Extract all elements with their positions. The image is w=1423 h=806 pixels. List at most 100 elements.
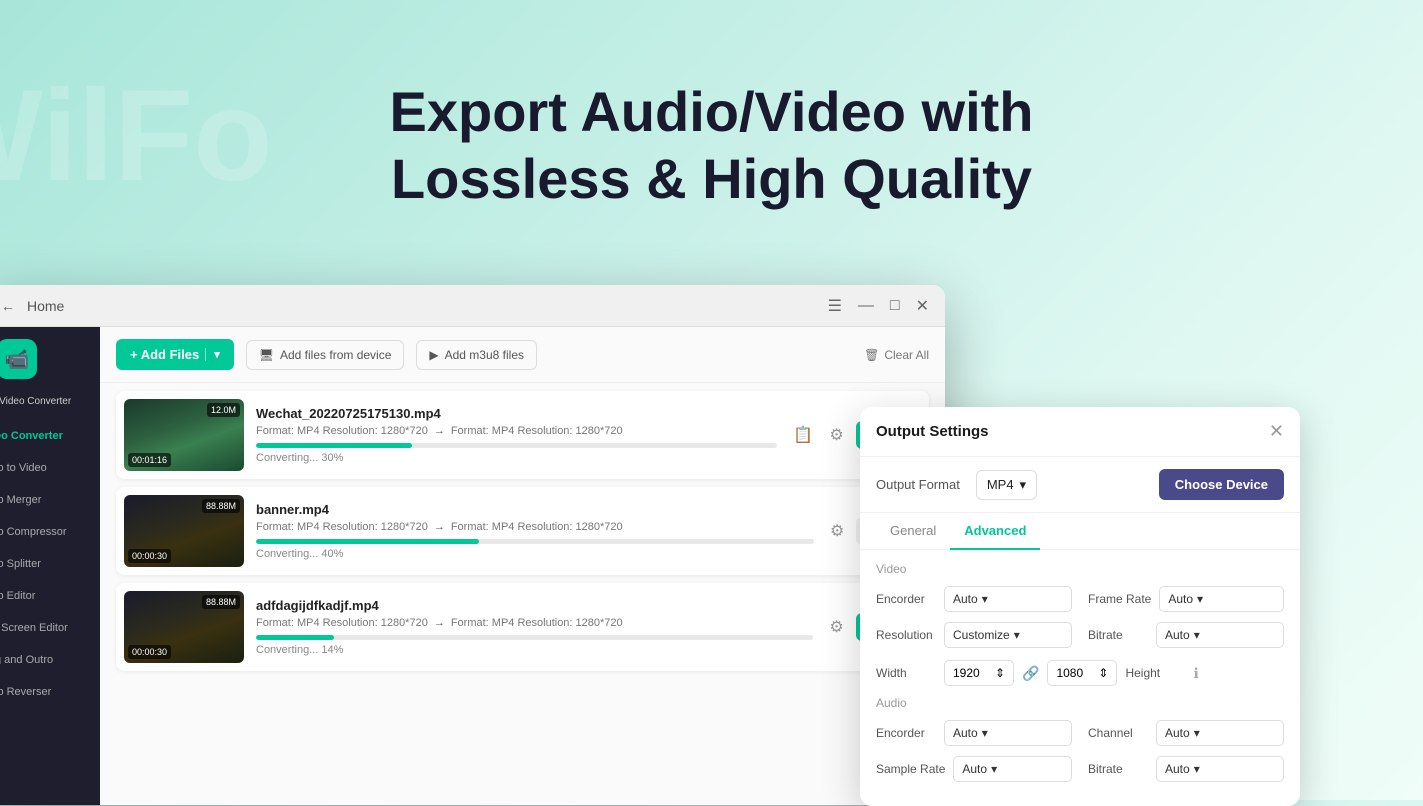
sidebar-label-screen-editor: : Screen Editor — [0, 622, 68, 634]
minimize-button[interactable]: — — [858, 297, 874, 315]
format-value: MP4 — [987, 477, 1014, 492]
add-device-label: Add files from device — [280, 348, 391, 362]
sidebar-item-intro-outro[interactable]: g and Outro — [0, 644, 100, 676]
framerate-setting: Frame Rate Auto ▾ — [1088, 586, 1284, 612]
channel-select[interactable]: Auto ▾ — [1156, 720, 1284, 746]
audio-bitrate-label: Bitrate — [1088, 762, 1148, 776]
sample-rate-label: Sample Rate — [876, 762, 945, 776]
video-bitrate-setting: Bitrate Auto ▾ — [1088, 622, 1284, 648]
sample-rate-chevron-icon: ▾ — [991, 762, 997, 776]
channel-chevron-icon: ▾ — [1194, 726, 1200, 740]
format-arrow-icon: → — [434, 617, 445, 629]
audio-bitrate-setting: Bitrate Auto ▾ — [1088, 756, 1284, 782]
hero-title: Export Audio/Video with Lossless & High … — [390, 78, 1034, 212]
sidebar-item-screen-editor[interactable]: : Screen Editor — [0, 612, 100, 644]
app-logo-icon: 📹 — [5, 347, 30, 372]
back-button[interactable]: ← — [1, 298, 15, 314]
copy-icon-button[interactable]: 📋 — [789, 421, 817, 449]
encoder-setting: Encorder Auto ▾ — [876, 586, 1072, 612]
format-select[interactable]: MP4 ▾ — [976, 470, 1037, 500]
close-button[interactable]: ✕ — [916, 296, 929, 316]
width-input[interactable]: 1920 ⇕ — [944, 660, 1014, 686]
video-bitrate-value: Auto — [1165, 628, 1190, 642]
settings-icon-button[interactable]: ⚙ — [826, 517, 848, 545]
width-label: Width — [876, 666, 936, 680]
progress-bar-fill — [256, 539, 479, 544]
height-info-icon: ℹ — [1193, 665, 1198, 682]
file-size-badge: 12.0M — [207, 403, 240, 417]
file-thumbnail: 00:01:16 12.0M — [124, 399, 244, 471]
file-format-row: Format: MP4 Resolution: 1280*720 → Forma… — [256, 425, 777, 437]
panel-format-row: Output Format MP4 ▾ Choose Device — [860, 457, 1300, 513]
file-size-badge: 88.88M — [202, 499, 240, 513]
sample-rate-select[interactable]: Auto ▾ — [953, 756, 1072, 782]
menu-icon[interactable]: ☰ — [828, 296, 842, 316]
format-from: Format: MP4 Resolution: 1280*720 — [256, 617, 428, 629]
sidebar-app-title: · Video Converter — [0, 395, 79, 420]
sidebar-label-converter: eo Converter — [0, 430, 63, 442]
add-device-button[interactable]: 🖥 Add files from device — [246, 340, 405, 370]
file-info: banner.mp4 Format: MP4 Resolution: 1280*… — [256, 502, 814, 560]
framerate-select[interactable]: Auto ▾ — [1159, 586, 1284, 612]
add-m3u8-label: Add m3u8 files — [445, 348, 524, 362]
format-arrow-icon: → — [434, 521, 445, 533]
width-stepper-icon[interactable]: ⇕ — [995, 666, 1005, 680]
sidebar-label-merger: io Merger — [0, 494, 41, 506]
add-m3u8-button[interactable]: ▶ Add m3u8 files — [416, 340, 537, 370]
settings-icon-button[interactable]: ⚙ — [825, 421, 847, 449]
panel-body: Video Encorder Auto ▾ Frame Rate Auto ▾ … — [860, 550, 1300, 806]
maximize-button[interactable]: □ — [890, 297, 900, 315]
file-thumbnail: 00:00:30 88.88M — [124, 495, 244, 567]
panel-close-button[interactable]: ✕ — [1269, 421, 1284, 442]
file-thumbnail: 00:00:30 88.88M — [124, 591, 244, 663]
sidebar-label-editor: io Editor — [0, 590, 35, 602]
sidebar-item-reverser[interactable]: io Reverser — [0, 676, 100, 708]
audio-section: Audio Encorder Auto ▾ Channel Auto ▾ — [876, 696, 1284, 782]
resolution-select[interactable]: Customize ▾ — [944, 622, 1072, 648]
panel-title: Output Settings — [876, 423, 989, 440]
app-window: ← Home ☰ — □ ✕ 📹 · Video Converter eo Co… — [0, 285, 945, 805]
sidebar-item-compressor[interactable]: io Compressor — [0, 516, 100, 548]
sidebar-item-merger[interactable]: io Merger — [0, 484, 100, 516]
hero-title-line2: Lossless & High Quality — [391, 147, 1032, 210]
toolbar: + Add Files ▾ 🖥 Add files from device ▶ … — [100, 327, 945, 383]
file-name: banner.mp4 — [256, 502, 814, 517]
sidebar-item-audio-to-video[interactable]: io to Video — [0, 452, 100, 484]
settings-icon-button[interactable]: ⚙ — [825, 613, 847, 641]
app-body: 📹 · Video Converter eo Converter io to V… — [0, 327, 945, 805]
device-icon: 🖥 — [259, 348, 274, 362]
panel-header: Output Settings ✕ — [860, 407, 1300, 457]
progress-bar-bg — [256, 539, 814, 544]
sidebar-item-editor[interactable]: io Editor — [0, 580, 100, 612]
file-list: 00:01:16 12.0M Wechat_20220725175130.mp4… — [100, 383, 945, 805]
add-files-chevron[interactable]: ▾ — [205, 348, 220, 361]
video-bitrate-select[interactable]: Auto ▾ — [1156, 622, 1284, 648]
choose-device-button[interactable]: Choose Device — [1159, 469, 1284, 500]
audio-bitrate-select[interactable]: Auto ▾ — [1156, 756, 1284, 782]
audio-bitrate-chevron-icon: ▾ — [1194, 762, 1200, 776]
encoder-select[interactable]: Auto ▾ — [944, 586, 1072, 612]
resolution-setting: Resolution Customize ▾ — [876, 622, 1072, 648]
resolution-chevron-icon: ▾ — [1014, 628, 1020, 642]
height-stepper-icon[interactable]: ⇕ — [1098, 666, 1108, 680]
progress-bar-fill — [256, 443, 412, 448]
video-bitrate-label: Bitrate — [1088, 628, 1148, 642]
sidebar: 📹 · Video Converter eo Converter io to V… — [0, 327, 100, 805]
sidebar-item-splitter[interactable]: io Splitter — [0, 548, 100, 580]
encoder-label: Encorder — [876, 592, 936, 606]
progress-text: Converting... 30% — [256, 452, 777, 464]
height-input[interactable]: 1080 ⇕ — [1047, 660, 1117, 686]
output-settings-panel: Output Settings ✕ Output Format MP4 ▾ Ch… — [860, 407, 1300, 806]
clear-all-button[interactable]: 🗑 Clear All — [864, 348, 929, 362]
title-bar: ← Home ☰ — □ ✕ — [0, 285, 945, 327]
table-row: 00:00:30 88.88M banner.mp4 Format: MP4 R… — [116, 487, 929, 575]
add-files-button[interactable]: + Add Files ▾ — [116, 339, 234, 370]
framerate-chevron-icon: ▾ — [1197, 592, 1203, 606]
file-duration: 00:00:30 — [128, 645, 171, 659]
video-settings-grid: Encorder Auto ▾ Frame Rate Auto ▾ Resolu… — [876, 586, 1284, 648]
clear-all-label: Clear All — [884, 348, 929, 362]
sidebar-item-converter[interactable]: eo Converter — [0, 420, 100, 452]
tab-general[interactable]: General — [876, 513, 950, 550]
audio-encoder-select[interactable]: Auto ▾ — [944, 720, 1072, 746]
tab-advanced[interactable]: Advanced — [950, 513, 1040, 550]
